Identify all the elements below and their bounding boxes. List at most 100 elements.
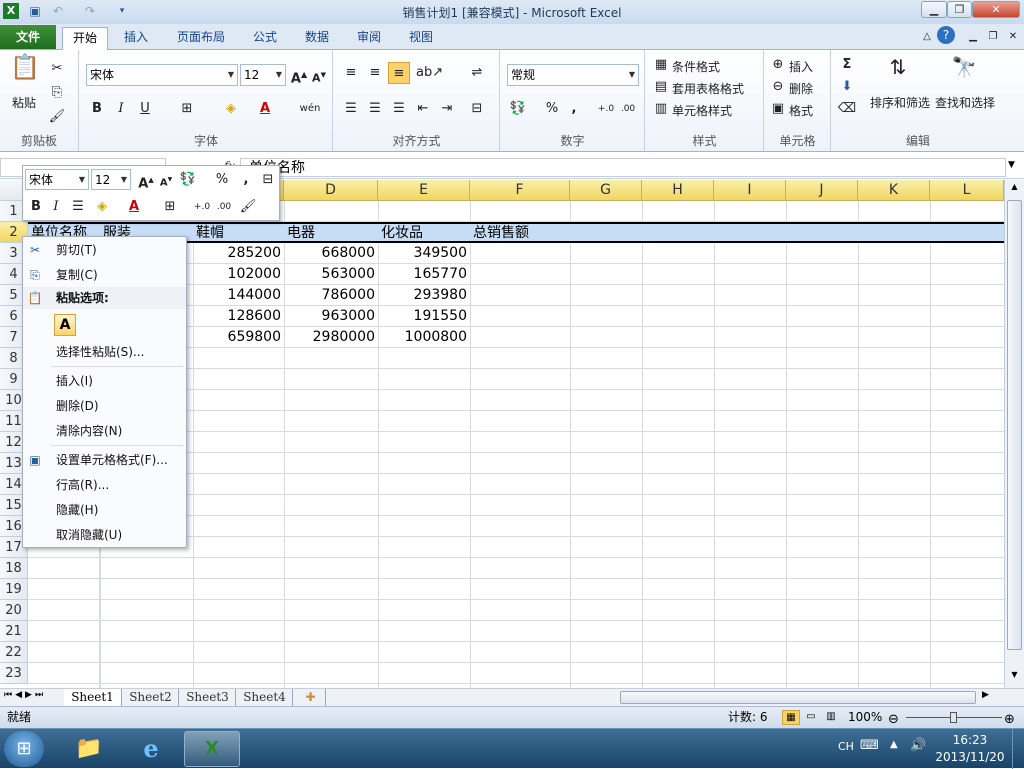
bold-icon[interactable]: B xyxy=(25,196,47,218)
cell-e7[interactable]: 1000800 xyxy=(378,327,470,348)
orientation-icon[interactable]: ab↗ xyxy=(416,62,443,84)
italic-icon[interactable]: I xyxy=(45,196,67,218)
fill-icon[interactable]: ⬇ xyxy=(836,76,858,98)
excel-taskbar-icon[interactable]: X xyxy=(184,731,240,767)
bold-icon[interactable]: B xyxy=(86,98,108,120)
column-header-k[interactable]: K xyxy=(858,180,930,201)
internet-explorer-icon[interactable]: e xyxy=(124,732,178,766)
align-center-icon[interactable]: ☰ xyxy=(67,196,89,218)
row-header[interactable]: 21 xyxy=(0,621,28,642)
mini-font-combo[interactable]: 宋体 ▼ xyxy=(25,169,89,190)
wrap-text-icon[interactable]: ⇌ xyxy=(466,62,488,84)
insert-sheet-icon[interactable]: ✚ xyxy=(296,689,326,706)
expand-formula-icon[interactable]: ▼ xyxy=(1008,160,1015,170)
page-break-view-icon[interactable]: ▥ xyxy=(822,710,840,725)
percent-icon[interactable]: % xyxy=(541,98,563,120)
column-header-f[interactable]: F xyxy=(470,180,570,201)
sheet-tab-2[interactable]: Sheet2 xyxy=(123,689,179,706)
clock-time[interactable]: 16:23 xyxy=(932,733,1008,747)
comma-icon[interactable]: , xyxy=(235,169,257,191)
menu-item-copy[interactable]: ⎘ 复制(C) xyxy=(23,264,186,286)
start-button-icon[interactable]: ⊞ xyxy=(4,731,44,767)
cut-icon[interactable]: ✂ xyxy=(46,58,68,80)
input-language[interactable]: CH xyxy=(838,740,854,753)
cell-e3[interactable]: 349500 xyxy=(378,243,470,264)
grow-font-icon[interactable]: A▲ xyxy=(288,64,310,86)
tab-page-layout[interactable]: 页面布局 xyxy=(168,27,234,50)
font-color-icon[interactable]: A xyxy=(254,98,276,120)
cell-e2[interactable]: 化妆品 xyxy=(381,223,423,244)
font-size-combo[interactable]: 12 ▼ xyxy=(240,64,286,86)
underline-icon[interactable]: U xyxy=(134,98,156,120)
cell-styles-icon[interactable]: ▥ xyxy=(650,98,672,120)
menu-item-format-cells[interactable]: ▣ 设置单元格格式(F)... xyxy=(23,449,186,471)
insert-cells-icon[interactable]: ⊕ xyxy=(767,54,789,76)
delete-cells-icon[interactable]: ⊖ xyxy=(767,76,789,98)
format-cells-button[interactable]: 格式 xyxy=(789,102,813,119)
scroll-down-icon[interactable]: ▼ xyxy=(1007,670,1022,684)
find-select-button[interactable]: 查找和选择 xyxy=(935,94,995,111)
copy-icon[interactable]: ⎘ xyxy=(46,82,68,104)
doc-minimize-icon[interactable]: ▁ xyxy=(962,26,984,48)
mini-size-combo[interactable]: 12 ▼ xyxy=(91,169,131,190)
menu-item-cut[interactable]: ✂ 剪切(T) xyxy=(23,239,186,261)
border-icon[interactable]: ⊞ xyxy=(176,98,198,120)
phonetic-icon[interactable]: wén xyxy=(296,98,324,120)
row-header[interactable]: 19 xyxy=(0,579,28,600)
menu-item-unhide[interactable]: 取消隐藏(U) xyxy=(23,524,186,546)
align-bottom-icon[interactable]: ≡ xyxy=(388,62,410,84)
cell-d6[interactable]: 963000 xyxy=(284,306,378,327)
close-button[interactable]: ✕ xyxy=(972,1,1020,18)
row-header[interactable]: 23 xyxy=(0,663,28,684)
grow-font-icon[interactable]: A▲ xyxy=(135,169,157,191)
align-top-icon[interactable]: ≡ xyxy=(340,62,362,84)
currency-icon[interactable]: 💱 xyxy=(507,98,529,120)
doc-restore-icon[interactable]: ❐ xyxy=(982,26,1004,48)
cell-d5[interactable]: 786000 xyxy=(284,285,378,306)
menu-item-row-height[interactable]: 行高(R)... xyxy=(23,474,186,496)
decrease-indent-icon[interactable]: ⇤ xyxy=(412,98,434,120)
align-right-icon[interactable]: ☰ xyxy=(388,98,410,120)
decrease-decimal-icon[interactable]: .00 xyxy=(617,98,639,120)
sheet-tab-3[interactable]: Sheet3 xyxy=(180,689,236,706)
tab-data[interactable]: 数据 xyxy=(296,27,338,50)
tray-expand-icon[interactable]: ▲ xyxy=(890,739,898,750)
row-header[interactable]: 18 xyxy=(0,558,28,579)
volume-icon[interactable]: 🔊 xyxy=(910,738,926,753)
paste-keep-text-button[interactable]: A xyxy=(54,314,76,336)
conditional-format-button[interactable]: 条件格式 xyxy=(672,58,720,75)
cell-c5[interactable]: 144000 xyxy=(193,285,284,306)
page-layout-view-icon[interactable]: ▭ xyxy=(802,710,820,725)
cell-d4[interactable]: 563000 xyxy=(284,264,378,285)
cell-e6[interactable]: 191550 xyxy=(378,306,470,327)
shrink-font-icon[interactable]: A▼ xyxy=(155,169,177,191)
autosum-icon[interactable]: Σ xyxy=(836,54,858,76)
scroll-right-icon[interactable]: ▶ xyxy=(982,690,989,700)
font-color-icon[interactable]: A xyxy=(123,196,145,218)
normal-view-icon[interactable]: ▦ xyxy=(782,710,800,725)
format-as-table-button[interactable]: 套用表格格式 xyxy=(672,80,744,97)
find-select-icon[interactable]: 🔭 xyxy=(950,56,978,86)
clear-icon[interactable]: ⌫ xyxy=(836,98,858,120)
border-icon[interactable]: ⊞ xyxy=(159,196,181,218)
tab-formulas[interactable]: 公式 xyxy=(244,27,286,50)
column-header-h[interactable]: H xyxy=(642,180,714,201)
cell-c2[interactable]: 鞋帽 xyxy=(196,223,224,244)
tab-view[interactable]: 视图 xyxy=(400,27,442,50)
format-cells-icon[interactable]: ▣ xyxy=(767,98,789,120)
align-left-icon[interactable]: ☰ xyxy=(340,98,362,120)
formula-input[interactable]: 单位名称 xyxy=(240,158,1006,177)
shrink-font-icon[interactable]: A▼ xyxy=(308,64,330,86)
file-explorer-icon[interactable]: 📁 xyxy=(64,732,114,766)
cell-e4[interactable]: 165770 xyxy=(378,264,470,285)
format-as-table-icon[interactable]: ▤ xyxy=(650,76,672,98)
merge-center-icon[interactable]: ⊟ xyxy=(466,98,488,120)
show-desktop-button[interactable] xyxy=(1012,729,1024,769)
zoom-in-icon[interactable]: ⊕ xyxy=(1004,709,1015,730)
align-middle-icon[interactable]: ≡ xyxy=(364,62,386,84)
scroll-up-icon[interactable]: ▲ xyxy=(1007,182,1022,196)
doc-close-icon[interactable]: ✕ xyxy=(1002,26,1024,48)
cell-d2[interactable]: 电器 xyxy=(287,223,315,244)
fill-color-icon[interactable]: ◈ xyxy=(91,196,113,218)
fill-color-icon[interactable]: ◈ xyxy=(220,98,242,120)
